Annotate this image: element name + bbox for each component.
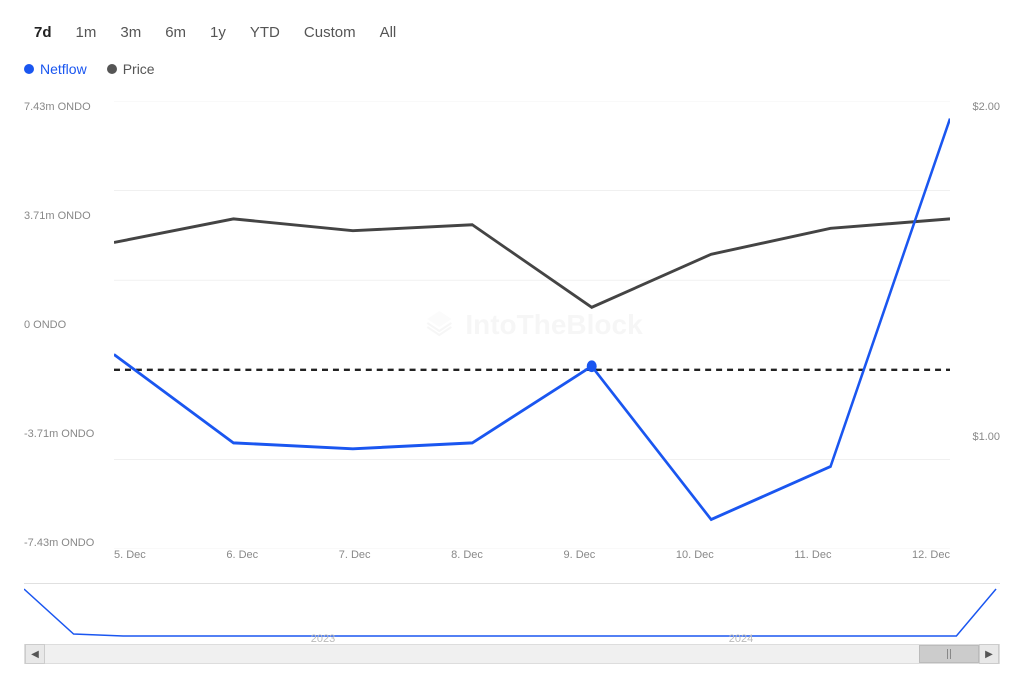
x-label-3: 8. Dec — [451, 549, 483, 561]
y-left-label-4: -7.43m ONDO — [24, 537, 114, 549]
x-label-2: 7. Dec — [339, 549, 371, 561]
price-label: Price — [123, 61, 155, 77]
x-label-6: 11. Dec — [794, 549, 831, 561]
chart-svg-area: IntoTheBlock — [114, 101, 950, 549]
time-filter-3m[interactable]: 3m — [110, 20, 151, 45]
x-label-1: 6. Dec — [226, 549, 258, 561]
chart-svg — [114, 101, 950, 549]
scroll-right-button[interactable]: ▶ — [979, 644, 999, 664]
y-left-label-2: 0 ONDO — [24, 319, 114, 331]
netflow-label: Netflow — [40, 61, 87, 77]
time-filter-ytd[interactable]: YTD — [240, 20, 290, 45]
grip-line-1 — [947, 649, 948, 659]
time-filter-6m[interactable]: 6m — [155, 20, 196, 45]
scroll-thumb[interactable] — [919, 645, 979, 663]
x-label-7: 12. Dec — [912, 549, 950, 561]
mini-chart-container: 2023 2024 ◀ ▶ — [24, 583, 1000, 673]
time-filter-all[interactable]: All — [370, 20, 407, 45]
y-left-label-3: -3.71m ONDO — [24, 428, 114, 440]
x-axis-labels: 5. Dec 6. Dec 7. Dec 8. Dec 9. Dec 10. Dec 11.… — [114, 549, 950, 579]
time-filter-7d[interactable]: 7d — [24, 20, 62, 45]
chart-wrapper: 7.43m ONDO 3.71m ONDO 0 ONDO -3.71m ONDO -7.… — [24, 101, 1000, 673]
x-label-5: 10. Dec — [676, 549, 714, 561]
y-axis-right: $2.00 $1.00 — [950, 101, 1000, 549]
main-container: 7d1m3m6m1yYTDCustomAll Netflow Price 7.4… — [0, 0, 1024, 683]
legend-price: Price — [107, 61, 155, 77]
scroll-thumb-grip — [947, 649, 951, 659]
scroll-track[interactable] — [45, 645, 979, 663]
y-left-label-0: 7.43m ONDO — [24, 101, 114, 113]
time-filter-1m[interactable]: 1m — [66, 20, 107, 45]
y-left-label-1: 3.71m ONDO — [24, 210, 114, 222]
chart-legend: Netflow Price — [24, 61, 1000, 77]
y-right-label-3: $1.00 — [972, 431, 1000, 443]
legend-netflow: Netflow — [24, 61, 87, 77]
main-chart: 7.43m ONDO 3.71m ONDO 0 ONDO -3.71m ONDO -7.… — [24, 101, 1000, 579]
scrollbar[interactable]: ◀ ▶ — [24, 644, 1000, 664]
time-filter-custom[interactable]: Custom — [294, 20, 366, 45]
netflow-dot — [24, 64, 34, 74]
x-label-4: 9. Dec — [564, 549, 596, 561]
x-label-0: 5. Dec — [114, 549, 146, 561]
price-dot — [107, 64, 117, 74]
grip-line-2 — [950, 649, 951, 659]
time-filter-bar: 7d1m3m6m1yYTDCustomAll — [24, 20, 1000, 45]
y-right-label-0: $2.00 — [972, 101, 1000, 113]
y-axis-left: 7.43m ONDO 3.71m ONDO 0 ONDO -3.71m ONDO -7.… — [24, 101, 114, 549]
time-filter-1y[interactable]: 1y — [200, 20, 236, 45]
scroll-left-button[interactable]: ◀ — [25, 644, 45, 664]
